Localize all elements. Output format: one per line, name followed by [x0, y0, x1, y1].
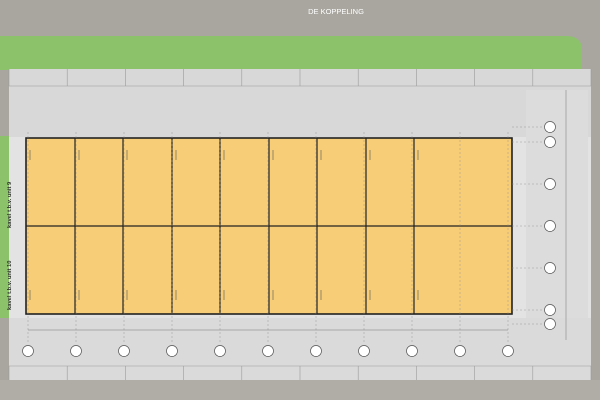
grid-row-bubble [544, 121, 556, 133]
grid-column-bubble [166, 345, 178, 357]
bottom-band [0, 380, 600, 400]
grid-column-bubble [118, 345, 130, 357]
grid-column-bubble [70, 345, 82, 357]
grid-column-bubble [310, 345, 322, 357]
side-path [526, 90, 588, 318]
grid-column-bubble [262, 345, 274, 357]
site-plan: DE KOPPELING kavel t.b.v. unit 9 kavel t… [0, 0, 600, 400]
grid-row-bubble [544, 304, 556, 316]
street-name: DE KOPPELING [308, 7, 364, 16]
grid-column-bubble [502, 345, 514, 357]
kavel-label-unit-9: kavel t.b.v. unit 9 [7, 181, 13, 228]
grid-row-bubble [544, 220, 556, 232]
grid-column-bubble [358, 345, 370, 357]
grid-row-bubble [544, 178, 556, 190]
grid-row-bubble [544, 262, 556, 274]
grid-column-bubble [406, 345, 418, 357]
kavel-label-unit-10: kavel t.b.v. unit 10 [7, 260, 13, 310]
grid-column-bubble [22, 345, 34, 357]
street [0, 0, 600, 36]
grass-verge [0, 36, 582, 70]
grid-row-bubble [544, 136, 556, 148]
grid-column-bubble [214, 345, 226, 357]
grid-column-bubble [454, 345, 466, 357]
grid-row-bubble [544, 318, 556, 330]
